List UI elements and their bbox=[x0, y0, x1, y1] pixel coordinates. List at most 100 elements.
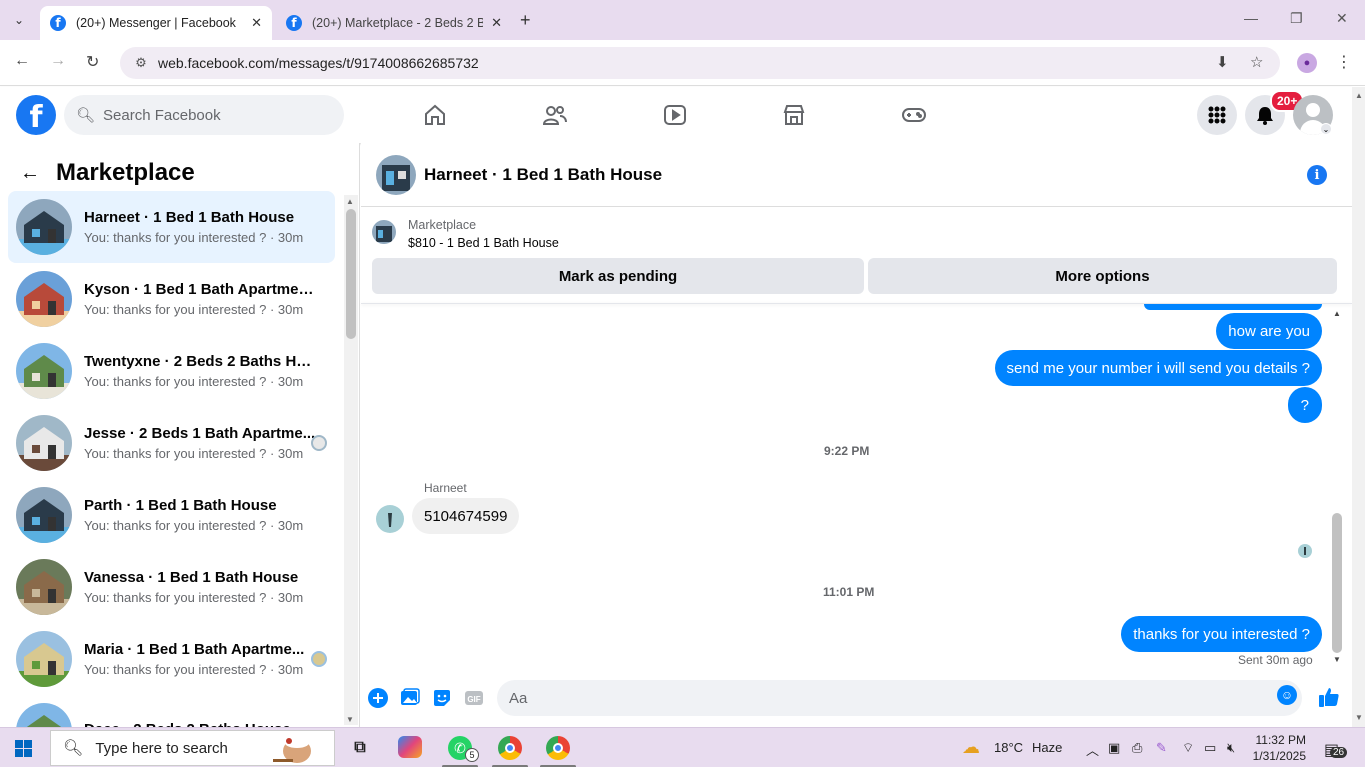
bookmark-star-icon[interactable]: ☆ bbox=[1250, 53, 1263, 71]
back-arrow-icon[interactable]: ← bbox=[20, 162, 46, 185]
photo-icon[interactable] bbox=[400, 688, 420, 708]
weather-icon[interactable]: ☁ bbox=[962, 737, 980, 758]
sender-avatar[interactable] bbox=[376, 505, 404, 533]
facebook-logo-icon[interactable]: f bbox=[16, 95, 56, 135]
url-text[interactable]: web.facebook.com/messages/t/917400866268… bbox=[158, 55, 479, 71]
tray-chevron-icon[interactable]: ︿ bbox=[1086, 740, 1099, 759]
listing-thumbnail[interactable] bbox=[376, 154, 416, 195]
copilot-icon[interactable] bbox=[398, 736, 422, 758]
outgoing-message[interactable]: how are you bbox=[1216, 313, 1322, 349]
tab-marketplace[interactable]: f (20+) Marketplace - 2 Beds 2 Ba ✕ bbox=[276, 6, 512, 40]
scroll-down-icon[interactable]: ▼ bbox=[1355, 713, 1363, 722]
video-icon[interactable] bbox=[661, 101, 689, 129]
weather-temp[interactable]: 18°C bbox=[994, 740, 1023, 755]
browser-menu-icon[interactable]: ⋮ bbox=[1336, 52, 1352, 72]
browser-profile-icon[interactable]: ● bbox=[1297, 53, 1317, 73]
listing-info[interactable]: Marketplace $810 - 1 Bed 1 Bath House bbox=[361, 208, 1352, 256]
marketplace-icon[interactable] bbox=[780, 101, 808, 129]
scroll-up-icon[interactable]: ▲ bbox=[1355, 91, 1363, 100]
windows-start-icon[interactable] bbox=[15, 740, 32, 757]
scroll-down-icon[interactable]: ▼ bbox=[346, 715, 354, 724]
battery-icon[interactable]: ▭ bbox=[1204, 740, 1216, 756]
thumbs-up-icon[interactable] bbox=[1317, 685, 1341, 709]
scrollbar-thumb[interactable] bbox=[1332, 513, 1342, 653]
timestamp: 11:01 PM bbox=[823, 585, 875, 599]
conversation-item[interactable]: Maria · 1 Bed 1 Bath Apartme... You: than… bbox=[8, 623, 335, 695]
conversation-item[interactable]: Jesse · 2 Beds 1 Bath Apartme... You: tha… bbox=[8, 407, 335, 479]
new-tab-button[interactable]: + bbox=[520, 10, 531, 31]
outgoing-message[interactable]: thanks for you interested ? bbox=[1121, 616, 1322, 652]
scrollbar-thumb[interactable] bbox=[346, 209, 356, 339]
facebook-favicon-icon: f bbox=[50, 15, 66, 31]
close-tab-icon[interactable]: ✕ bbox=[491, 15, 502, 31]
conversation-text: Vanessa · 1 Bed 1 Bath House You: thanks … bbox=[84, 569, 319, 605]
wifi-icon[interactable]: ⌔ bbox=[1182, 740, 1194, 756]
menu-grid-button[interactable] bbox=[1197, 95, 1237, 135]
conversation-text: Jesse · 2 Beds 1 Bath Apartme... You: tha… bbox=[84, 425, 319, 461]
facebook-search[interactable]: 🔍︎ bbox=[64, 95, 344, 135]
message-input-box[interactable] bbox=[497, 680, 1302, 716]
chrome-profile-icon[interactable] bbox=[546, 736, 570, 760]
facebook-header: f 🔍︎ 20+ ⌄ bbox=[0, 87, 1352, 143]
chat-title[interactable]: Harneet · 1 Bed 1 Bath House bbox=[424, 165, 662, 185]
conversation-scrollbar[interactable]: ▲ ▼ bbox=[344, 195, 358, 725]
tab-messenger[interactable]: f (20+) Messenger | Facebook ✕ bbox=[40, 6, 272, 40]
conversation-text: Harneet · 1 Bed 1 Bath House You: thanks … bbox=[84, 209, 319, 245]
seen-avatar bbox=[311, 651, 327, 667]
close-tab-icon[interactable]: ✕ bbox=[251, 15, 262, 31]
sent-status: Sent 30m ago bbox=[1238, 653, 1313, 667]
restore-icon[interactable]: ❐ bbox=[1290, 10, 1303, 27]
chrome-icon[interactable] bbox=[498, 736, 522, 760]
gif-icon[interactable]: GIF bbox=[464, 688, 484, 708]
conversation-text: Kyson · 1 Bed 1 Bath Apartment/... You: t… bbox=[84, 281, 319, 317]
close-window-icon[interactable]: ✕ bbox=[1336, 10, 1348, 27]
conversation-name: Twentyxne · 2 Beds 2 Baths Hou... bbox=[84, 353, 319, 370]
conversation-item[interactable]: Kyson · 1 Bed 1 Bath Apartment/... You: t… bbox=[8, 263, 335, 335]
mark-as-pending-button[interactable]: Mark as pending bbox=[372, 258, 864, 294]
conversation-item[interactable]: Harneet · 1 Bed 1 Bath House You: thanks … bbox=[8, 191, 335, 263]
emoji-icon[interactable]: ☺ bbox=[1277, 685, 1297, 705]
taskbar-search[interactable]: 🔍︎ Type here to search bbox=[50, 730, 335, 766]
minimize-icon[interactable]: — bbox=[1244, 10, 1258, 26]
scroll-up-icon[interactable]: ▲ bbox=[1333, 309, 1341, 318]
listing-thumbnail bbox=[16, 271, 72, 327]
chat-panel: Harneet · 1 Bed 1 Bath House i Marketpla… bbox=[361, 143, 1352, 727]
clock[interactable]: 11:32 PM 1/31/2025 bbox=[1226, 732, 1306, 764]
scroll-up-icon[interactable]: ▲ bbox=[346, 197, 354, 206]
incoming-message[interactable]: 5104674599 bbox=[412, 498, 520, 534]
sticker-icon[interactable] bbox=[432, 688, 452, 708]
facebook-search-input[interactable] bbox=[103, 106, 324, 124]
url-omnibox[interactable]: ⚙ web.facebook.com/messages/t/9174008662… bbox=[120, 47, 1280, 79]
thread-scrollbar[interactable]: ▲ ▼ bbox=[1330, 307, 1344, 667]
reload-icon[interactable]: ↻ bbox=[86, 52, 99, 72]
info-icon[interactable]: i bbox=[1307, 165, 1327, 185]
home-icon[interactable] bbox=[421, 101, 449, 129]
back-arrow-icon[interactable]: ← bbox=[14, 52, 30, 70]
scroll-down-icon[interactable]: ▼ bbox=[1333, 655, 1341, 664]
outgoing-message[interactable]: send me your number i will send you deta… bbox=[994, 350, 1322, 386]
conversation-item[interactable]: Dace · 2 Beds 2 Baths House bbox=[8, 695, 335, 727]
meet-now-icon[interactable]: ⎙ bbox=[1132, 740, 1142, 756]
page-scrollbar[interactable]: ▲ ▼ bbox=[1352, 87, 1365, 727]
install-app-icon[interactable]: ⬇ bbox=[1216, 53, 1229, 71]
outgoing-message[interactable]: ? bbox=[1287, 387, 1322, 423]
task-view-icon[interactable]: ⧉ bbox=[348, 736, 372, 760]
site-info-icon[interactable]: ⚙ bbox=[128, 55, 154, 71]
facebook-favicon-icon: f bbox=[286, 15, 302, 31]
tab-search-dropdown[interactable]: ⌄ bbox=[6, 8, 32, 32]
conversation-item[interactable]: Twentyxne · 2 Beds 2 Baths Hou... You: th… bbox=[8, 335, 335, 407]
windows-taskbar: 🔍︎ Type here to search ⧉ ✆ 5 ☁ 18°C Haze… bbox=[0, 727, 1365, 767]
more-options-button[interactable]: More options bbox=[868, 258, 1337, 294]
conversation-item[interactable]: Parth · 1 Bed 1 Bath House You: thanks fo… bbox=[8, 479, 335, 551]
forward-arrow-icon[interactable]: → bbox=[50, 52, 66, 70]
message-input[interactable] bbox=[509, 689, 1249, 707]
conversation-item[interactable]: Vanessa · 1 Bed 1 Bath House You: thanks … bbox=[8, 551, 335, 623]
friends-icon[interactable] bbox=[541, 101, 569, 129]
gaming-icon[interactable] bbox=[900, 101, 928, 129]
weather-desc[interactable]: Haze bbox=[1032, 740, 1062, 755]
pen-icon[interactable]: ✎ bbox=[1156, 740, 1167, 756]
tray-app-icon[interactable]: ▣ bbox=[1108, 740, 1120, 756]
account-chevron-icon[interactable]: ⌄ bbox=[1320, 123, 1332, 135]
plus-icon[interactable] bbox=[368, 688, 388, 708]
conversation-preview: You: thanks for you interested ? · 30m bbox=[84, 302, 304, 317]
